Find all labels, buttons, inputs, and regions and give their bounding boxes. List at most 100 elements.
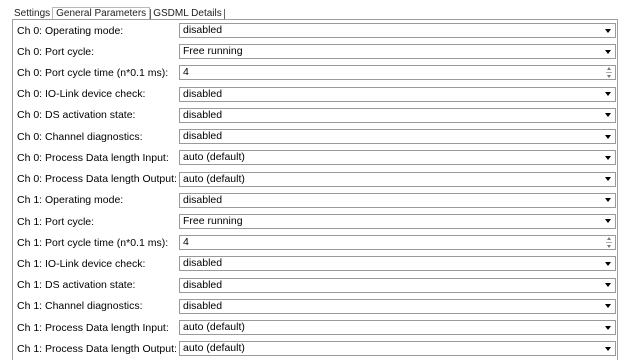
dropdown-button[interactable] (600, 173, 615, 186)
parameter-row: Ch 0: Port cycle time (n*0.1 ms): 4 (13, 62, 617, 83)
dropdown-button[interactable] (600, 45, 615, 58)
parameter-table: Ch 0: Operating mode: disabled Ch 0: Port … (12, 19, 618, 360)
parameter-row: Ch 1: Operating mode: disabled (13, 190, 617, 211)
dropdown-button[interactable] (600, 215, 615, 228)
parameter-row: Ch 0: Port cycle: Free running (13, 41, 617, 62)
chevron-down-icon (604, 134, 611, 139)
parameter-label: Ch 0: IO-Link device check: (17, 88, 146, 101)
parameter-row: Ch 0: IO-Link device check: disabled (13, 84, 617, 105)
dropdown-button[interactable] (600, 194, 615, 207)
parameter-value: disabled (183, 278, 223, 291)
parameter-row: Ch 1: Port cycle: Free running (13, 211, 617, 232)
parameter-dropdown[interactable]: disabled (179, 192, 616, 208)
parameter-label: Ch 0: Process Data length Input: (17, 151, 169, 164)
dropdown-button[interactable] (600, 88, 615, 101)
parameter-label: Ch 1: Process Data length Input: (17, 321, 169, 334)
parameter-value: disabled (183, 87, 223, 100)
parameter-row: Ch 1: Process Data length Input: auto (de… (13, 317, 617, 338)
chevron-down-icon (604, 325, 611, 330)
parameter-row: Ch 1: Process Data length Output: auto (d… (13, 338, 617, 359)
port-cycle-time-spinner[interactable]: 4 (179, 235, 616, 251)
parameter-label: Ch 0: Port cycle: (17, 45, 95, 58)
parameter-row: Ch 0: Process Data length Input: auto (de… (13, 147, 617, 168)
parameter-row: Ch 0: DS activation state: disabled (13, 105, 617, 126)
parameter-value: disabled (183, 108, 223, 121)
chevron-down-icon (604, 304, 611, 309)
dropdown-button[interactable] (600, 342, 615, 355)
spin-divider (606, 72, 612, 74)
chevron-down-icon (604, 28, 611, 33)
chevron-down-icon (604, 113, 611, 118)
chevron-down-icon (604, 155, 611, 160)
parameter-row: Ch 1: Channel diagnostics: disabled (13, 296, 617, 317)
parameter-value: auto (default) (183, 151, 245, 164)
parameter-value: Free running (183, 45, 243, 58)
parameter-dropdown[interactable]: Free running (179, 44, 616, 60)
spin-up-icon[interactable] (607, 237, 611, 241)
parameter-value: auto (default) (183, 172, 245, 185)
parameter-label: Ch 0: Process Data length Output: (17, 173, 177, 186)
parameter-value: Free running (183, 214, 243, 227)
dropdown-button[interactable] (600, 151, 615, 164)
parameter-value: disabled (183, 257, 223, 270)
parameter-dropdown[interactable]: disabled (179, 23, 616, 38)
parameter-value: disabled (183, 299, 223, 312)
chevron-down-icon (604, 198, 611, 203)
parameter-value: 4 (183, 66, 189, 79)
parameter-dropdown[interactable]: disabled (179, 277, 616, 293)
spin-down-icon[interactable] (607, 245, 611, 249)
spin-arrows-icon[interactable] (604, 66, 614, 79)
parameter-dropdown[interactable]: Free running (179, 213, 616, 229)
parameter-label: Ch 0: DS activation state: (17, 109, 136, 122)
spin-divider (606, 242, 612, 244)
parameter-label: Ch 1: Process Data length Output: (17, 342, 177, 355)
dropdown-button[interactable] (600, 24, 615, 37)
parameter-value: auto (default) (183, 342, 245, 355)
parameter-value: disabled (183, 130, 223, 143)
parameter-row: Ch 0: Channel diagnostics: disabled (13, 126, 617, 147)
parameter-row: Ch 1: DS activation state: disabled (13, 275, 617, 296)
parameter-dropdown[interactable]: auto (default) (179, 150, 616, 166)
chevron-down-icon (604, 49, 611, 54)
parameter-dropdown[interactable]: auto (default) (179, 320, 616, 336)
parameter-row: Ch 0: Operating mode: disabled (13, 20, 617, 41)
parameter-label: Ch 1: Channel diagnostics: (17, 300, 143, 313)
parameter-value: disabled (183, 24, 223, 36)
parameter-dropdown[interactable]: disabled (179, 129, 616, 145)
chevron-down-icon (604, 219, 611, 224)
parameter-label: Ch 0: Channel diagnostics: (17, 130, 143, 143)
parameter-dropdown[interactable]: auto (default) (179, 341, 616, 357)
dropdown-button[interactable] (600, 300, 615, 313)
port-cycle-time-spinner[interactable]: 4 (179, 65, 616, 81)
dropdown-button[interactable] (600, 130, 615, 143)
parameter-row: Ch 1: Port cycle time (n*0.1 ms): 4 (13, 232, 617, 253)
chevron-down-icon (604, 346, 611, 351)
dropdown-button[interactable] (600, 321, 615, 334)
dropdown-button[interactable] (600, 257, 615, 270)
chevron-down-icon (604, 177, 611, 182)
parameter-value: 4 (183, 236, 189, 249)
dropdown-button[interactable] (600, 279, 615, 292)
parameter-dropdown[interactable]: auto (default) (179, 171, 616, 187)
chevron-down-icon (604, 283, 611, 288)
chevron-down-icon (604, 92, 611, 97)
parameter-label: Ch 0: Port cycle time (n*0.1 ms): (17, 67, 169, 80)
parameter-label: Ch 0: Operating mode: (17, 24, 124, 37)
parameter-label: Ch 1: DS activation state: (17, 279, 136, 292)
dropdown-button[interactable] (600, 109, 615, 122)
parameter-label: Ch 1: IO-Link device check: (17, 258, 146, 271)
parameter-label: Ch 1: Port cycle time (n*0.1 ms): (17, 236, 169, 249)
parameter-row: Ch 0: Process Data length Output: auto (d… (13, 169, 617, 190)
parameter-value: disabled (183, 193, 223, 206)
chevron-down-icon (604, 261, 611, 266)
parameter-value: auto (default) (183, 321, 245, 334)
parameter-dropdown[interactable]: disabled (179, 107, 616, 123)
parameter-label: Ch 1: Operating mode: (17, 194, 124, 207)
parameter-dropdown[interactable]: disabled (179, 256, 616, 272)
spin-up-icon[interactable] (607, 67, 611, 71)
spin-down-icon[interactable] (607, 75, 611, 79)
parameter-dropdown[interactable]: disabled (179, 298, 616, 314)
spin-arrows-icon[interactable] (604, 236, 614, 249)
parameter-label: Ch 1: Port cycle: (17, 215, 95, 228)
parameter-dropdown[interactable]: disabled (179, 86, 616, 102)
